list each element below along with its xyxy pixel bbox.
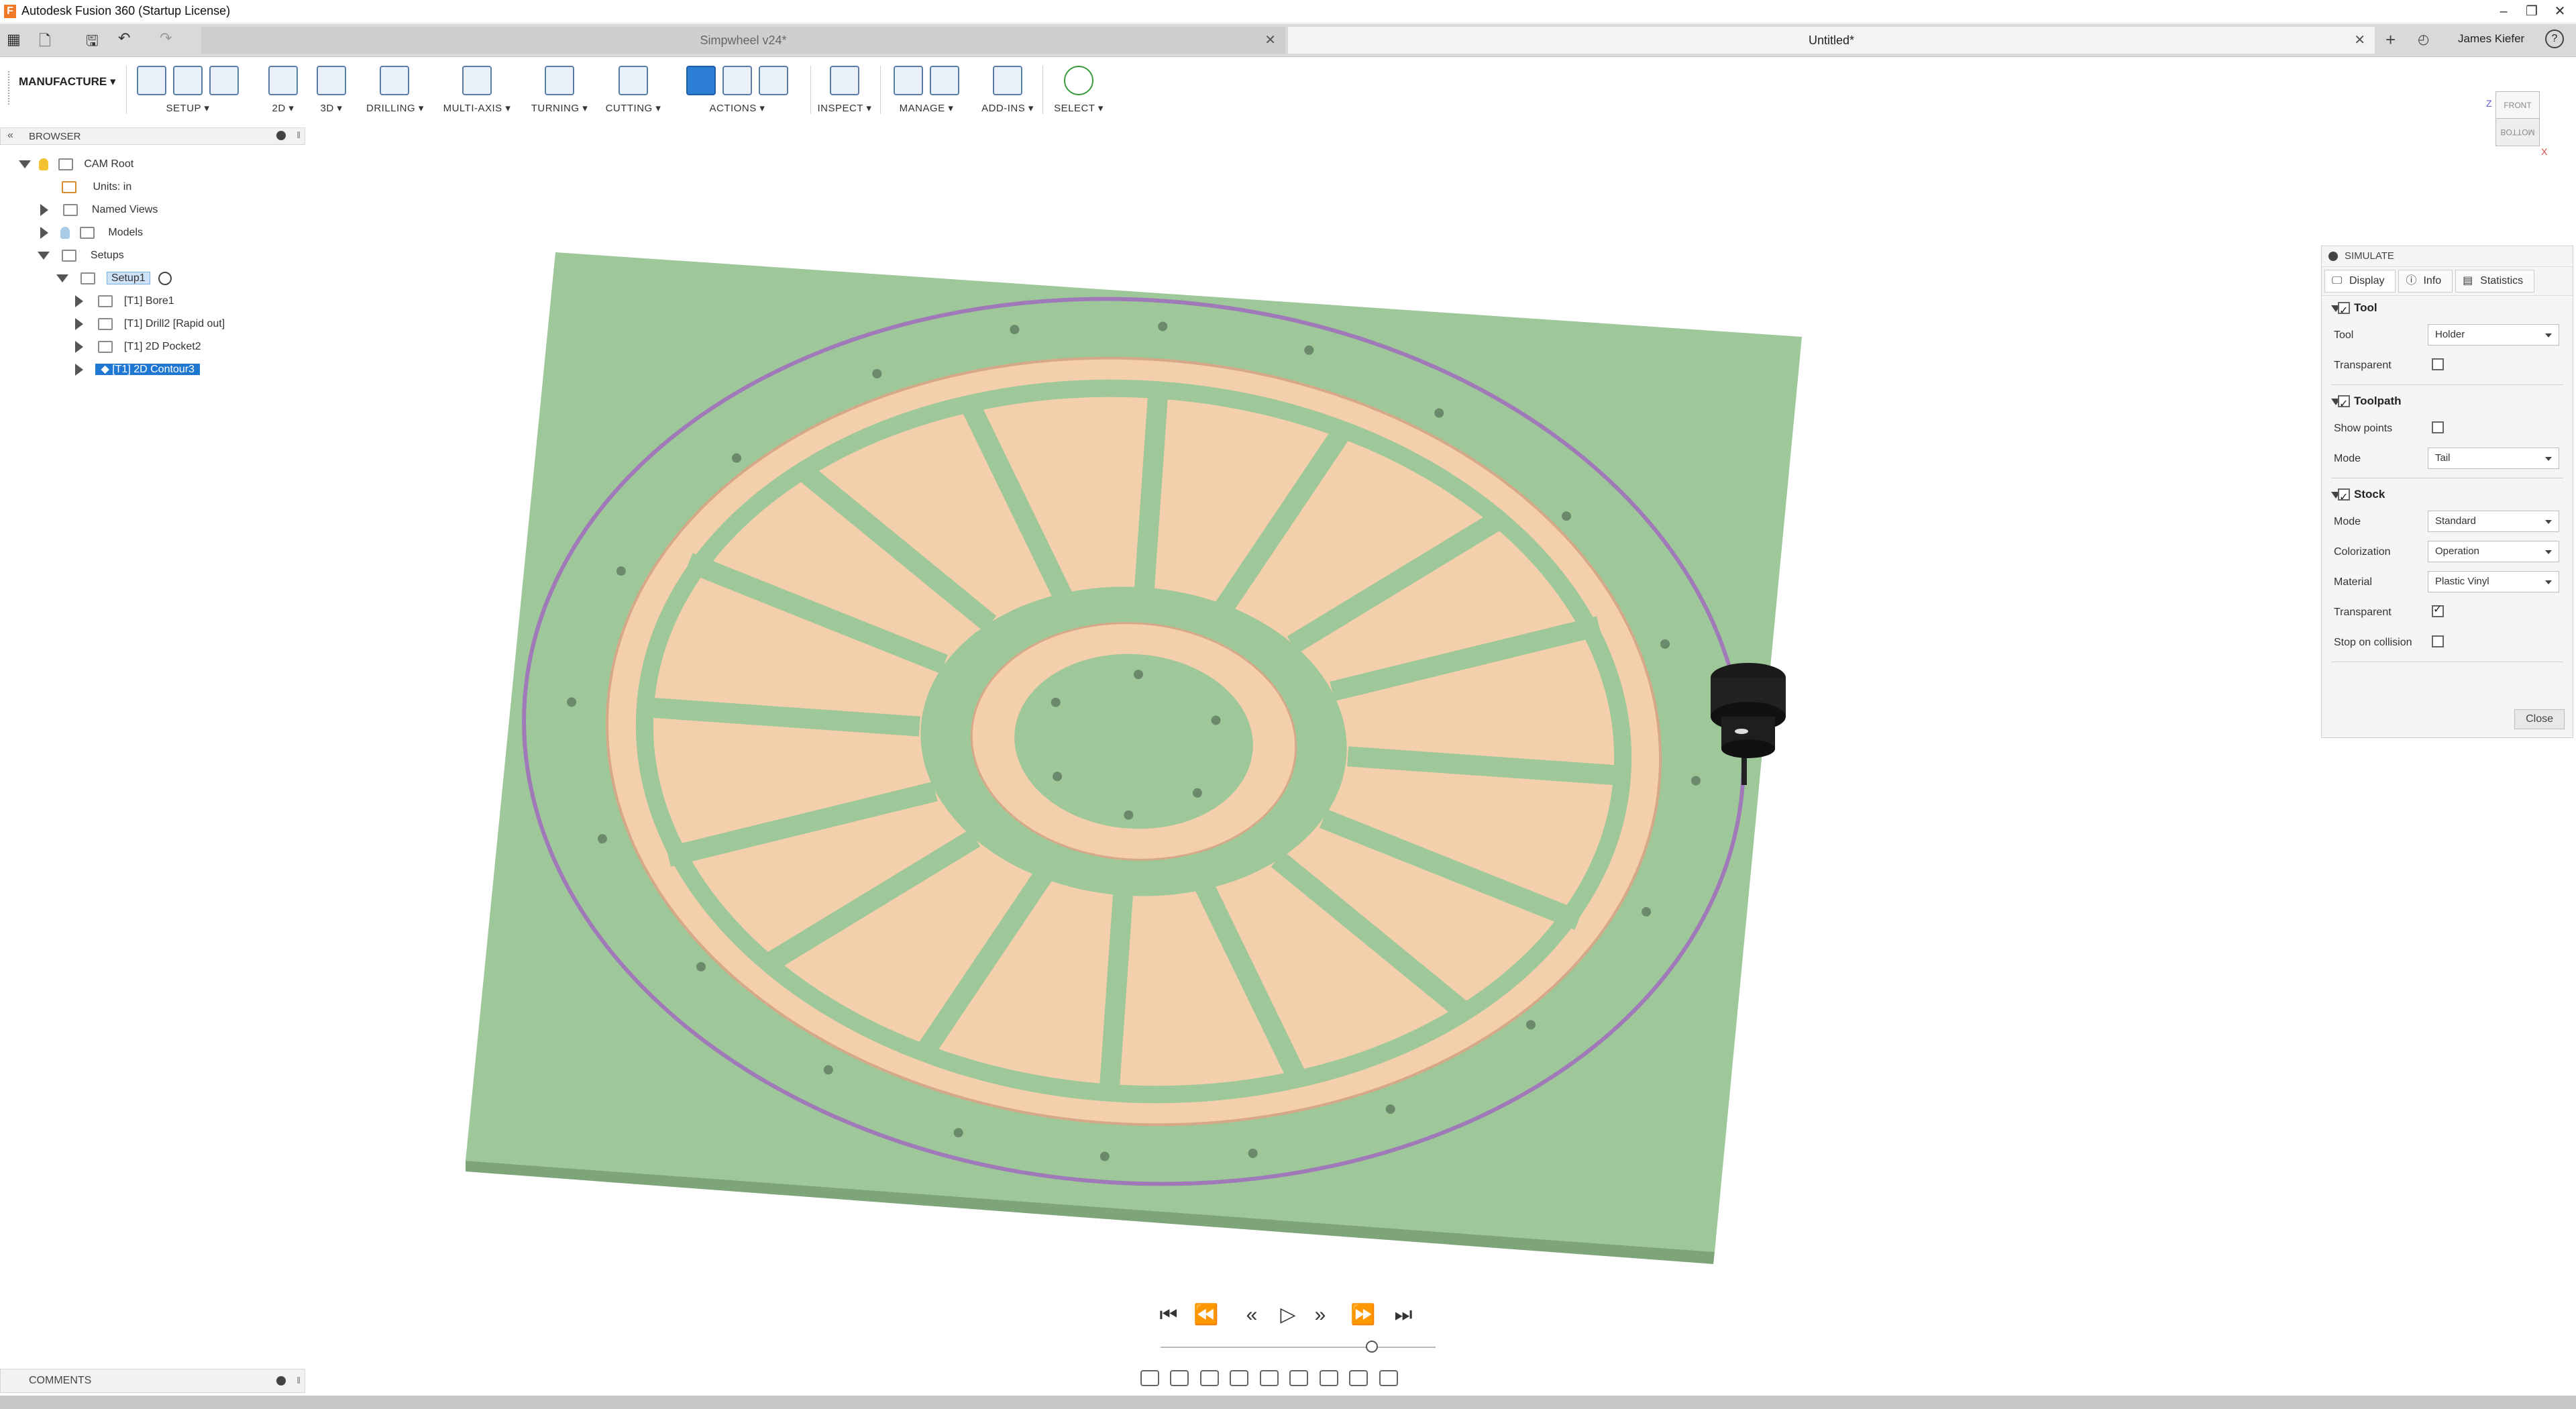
- stock-mode-select[interactable]: Standard: [2428, 511, 2559, 532]
- simulate-header[interactable]: SIMULATE: [2322, 246, 2573, 267]
- tool-visible-checkbox[interactable]: [2338, 299, 2350, 323]
- stock-visible-checkbox[interactable]: [2338, 486, 2350, 510]
- comments-grip-icon[interactable]: ‖: [297, 1375, 301, 1386]
- tab-statistics[interactable]: ▤ Statistics: [2455, 270, 2535, 293]
- info-icon: ⓘ: [2406, 275, 2417, 286]
- transparent-label: Transparent: [2334, 360, 2392, 371]
- transparent-label: Transparent: [2334, 607, 2392, 618]
- previous-operation-icon[interactable]: ⏪: [1193, 1302, 1220, 1328]
- grid-settings-icon[interactable]: [1319, 1370, 1338, 1386]
- tab-label: Info: [2423, 275, 2442, 286]
- simulate-tabs: 🖵 Display ⓘ Info ▤ Statistics: [2322, 267, 2573, 296]
- mode-label: Mode: [2334, 453, 2361, 464]
- colorization-select[interactable]: Operation: [2428, 541, 2559, 562]
- tool-row: Tool Holder: [2322, 320, 2573, 350]
- view-cube[interactable]: FRONT BOTTOM Z X: [2486, 91, 2547, 157]
- divider: [2331, 384, 2563, 385]
- tool-transparent-checkbox[interactable]: [2432, 358, 2444, 370]
- viewports-icon[interactable]: [1349, 1370, 1368, 1386]
- tab-info[interactable]: ⓘ Info: [2398, 270, 2453, 293]
- show-points-checkbox[interactable]: [2432, 421, 2444, 433]
- material-row: Material Plastic Vinyl: [2322, 567, 2573, 597]
- tool-select[interactable]: Holder: [2428, 324, 2559, 346]
- section-title: Toolpath: [2354, 395, 2402, 407]
- toolpath-mode-row: Mode Tail: [2322, 443, 2573, 474]
- view-cube-front[interactable]: FRONT: [2496, 91, 2540, 119]
- view-cube-bottom[interactable]: BOTTOM: [2496, 118, 2540, 146]
- comments-pin-icon[interactable]: [276, 1376, 286, 1386]
- panel-pin-icon[interactable]: [2328, 252, 2338, 261]
- tab-label: Statistics: [2480, 275, 2524, 286]
- step-forward-icon[interactable]: »: [1307, 1302, 1334, 1328]
- axis-x-label: X: [2541, 146, 2548, 157]
- status-bar: [0, 1396, 2576, 1409]
- tab-label: Display: [2349, 275, 2385, 286]
- comments-title: COMMENTS: [29, 1375, 92, 1386]
- section-title: Tool: [2354, 301, 2377, 314]
- close-button[interactable]: Close: [2514, 709, 2565, 729]
- simulate-panel: SIMULATE 🖵 Display ⓘ Info ▤ Statistics Tool…: [2321, 246, 2573, 738]
- toolpath-mode-select[interactable]: Tail: [2428, 448, 2559, 469]
- material-label: Material: [2334, 576, 2372, 588]
- tab-display[interactable]: 🖵 Display: [2324, 270, 2396, 293]
- navigation-bar: [1140, 1370, 1436, 1390]
- toolpath-visible-checkbox[interactable]: [2338, 393, 2350, 417]
- next-operation-icon[interactable]: ⏩: [1350, 1302, 1377, 1328]
- material-select[interactable]: Plastic Vinyl: [2428, 571, 2559, 592]
- mode-label: Mode: [2334, 516, 2361, 527]
- stock-transparent-checkbox[interactable]: [2432, 603, 2444, 617]
- fit-icon[interactable]: [1259, 1370, 1279, 1386]
- go-to-start-icon[interactable]: ⏮: [1155, 1302, 1182, 1328]
- timeline-handle[interactable]: [1366, 1341, 1378, 1353]
- show-points-label: Show points: [2334, 423, 2393, 434]
- play-icon[interactable]: ▷: [1275, 1302, 1301, 1328]
- colorization-label: Colorization: [2334, 546, 2391, 558]
- zoom-icon[interactable]: [1230, 1370, 1249, 1386]
- stock-mode-row: Mode Standard: [2322, 507, 2573, 537]
- step-back-icon[interactable]: «: [1238, 1302, 1265, 1328]
- display-icon: 🖵: [2332, 275, 2343, 286]
- simulate-title: SIMULATE: [2345, 250, 2394, 262]
- look-at-icon[interactable]: [1170, 1370, 1189, 1386]
- stop-on-collision-row: Stop on collision: [2322, 627, 2573, 658]
- orbit-icon[interactable]: [1140, 1370, 1159, 1386]
- viewport-canvas[interactable]: [0, 0, 2576, 1409]
- stock-section-header[interactable]: Stock: [2322, 482, 2573, 510]
- comments-panel[interactable]: COMMENTS ‖: [0, 1369, 305, 1393]
- go-to-end-icon[interactable]: ⏭: [1390, 1302, 1417, 1328]
- display-settings-icon[interactable]: [1289, 1370, 1309, 1386]
- colorization-row: Colorization Operation: [2322, 537, 2573, 567]
- environment-icon[interactable]: [1379, 1370, 1398, 1386]
- show-points-row: Show points: [2322, 413, 2573, 443]
- statistics-icon: ▤: [2463, 275, 2473, 286]
- tool-transparent-row: Transparent: [2322, 350, 2573, 380]
- tool-section-header[interactable]: Tool: [2322, 296, 2573, 323]
- tool-label: Tool: [2334, 329, 2354, 341]
- pan-icon[interactable]: [1199, 1370, 1219, 1386]
- simulation-timeline[interactable]: [1161, 1347, 1436, 1348]
- toolpath-section-header[interactable]: Toolpath: [2322, 389, 2573, 417]
- stop-on-collision-checkbox[interactable]: [2432, 635, 2444, 647]
- stop-on-collision-label: Stop on collision: [2334, 637, 2412, 648]
- stock-transparent-row: Transparent: [2322, 597, 2573, 627]
- section-title: Stock: [2354, 488, 2385, 501]
- axis-z-label: Z: [2486, 98, 2492, 109]
